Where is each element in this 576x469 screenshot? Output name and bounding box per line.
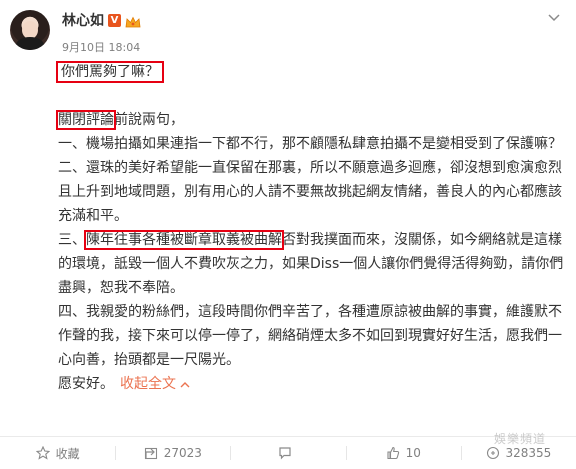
highlight-box-out-of-context: 陳年往事各種被斷章取義被曲解: [84, 230, 284, 250]
blank-line: ​: [58, 84, 570, 108]
share-count: 27023: [163, 446, 202, 460]
post-header: 林心如 V 9月10日 18:04: [62, 10, 141, 55]
share-icon: [144, 447, 157, 460]
extra-count: 328355: [505, 446, 552, 460]
comment-button[interactable]: [230, 437, 345, 469]
member-crown-icon[interactable]: [125, 14, 141, 27]
point-3-prefix: 三、: [58, 232, 86, 248]
like-button[interactable]: 10: [345, 437, 461, 469]
post-content: 你們罵夠了嘛？ ​ 關閉評論前說兩句， 一、機場拍攝如果連指一下都不行，那不顧隱…: [56, 60, 570, 396]
point-1: 一、機場拍攝如果連指一下都不行，那不顧隱私肆意拍攝不是變相受到了保護嘛？: [58, 136, 562, 152]
favorite-button[interactable]: 收藏: [0, 437, 115, 469]
highlight-box-close-comments: 關閉評論: [56, 110, 116, 130]
point-2: 二、還珠的美好希望能一直保留在那裏，所以不願意過多迴應，卻沒想到愈演愈烈且上升到…: [58, 160, 562, 224]
content-line-2-rest: 前說兩句，: [114, 112, 184, 128]
avatar[interactable]: [10, 10, 50, 50]
highlight-box-question: 你們罵夠了嘛？: [56, 61, 164, 83]
star-icon: [35, 446, 50, 460]
thumbs-up-icon: [387, 446, 399, 460]
like-count: 10: [405, 446, 421, 460]
signoff-line: 愿安好。 收起全文: [58, 372, 570, 396]
point-3: 三、陳年往事各種被斷章取義被曲解否對我撲面而來，沒關係，如今網絡就是這樣的環境，…: [58, 228, 570, 300]
name-row: 林心如 V: [62, 10, 141, 30]
post-timestamp[interactable]: 9月10日 18:04: [62, 39, 141, 55]
username[interactable]: 林心如: [62, 10, 104, 30]
collapse-full-text-label: 收起全文: [120, 376, 176, 392]
content-line-2: 關閉評論前說兩句，: [56, 108, 570, 132]
action-bar: 收藏 27023 10 328355: [0, 436, 576, 469]
avatar-body: [16, 37, 44, 50]
content-line-1: 你們罵夠了嘛？: [56, 60, 570, 84]
comment-icon: [279, 447, 291, 460]
share-button[interactable]: 27023: [115, 437, 230, 469]
point-4: 四、我親愛的粉絲們，這段時間你們辛苦了，各種遭原諒被曲解的事實，維護默不作聲的我…: [58, 304, 562, 368]
collapse-full-text-link[interactable]: 收起全文: [120, 376, 190, 392]
chevron-up-icon: [180, 381, 190, 387]
repost-icon: [486, 446, 499, 460]
vip-badge-icon[interactable]: V: [108, 13, 121, 27]
watermark-logo: 娛樂頻道: [493, 432, 546, 446]
signoff-text: 愿安好。: [58, 376, 114, 392]
weibo-post: 林心如 V 9月10日 18:04 你們罵夠了嘛？ ​ 關閉評論前說兩句， 一、…: [0, 0, 576, 469]
favorite-label: 收藏: [55, 446, 80, 461]
chevron-down-icon[interactable]: [546, 10, 562, 26]
